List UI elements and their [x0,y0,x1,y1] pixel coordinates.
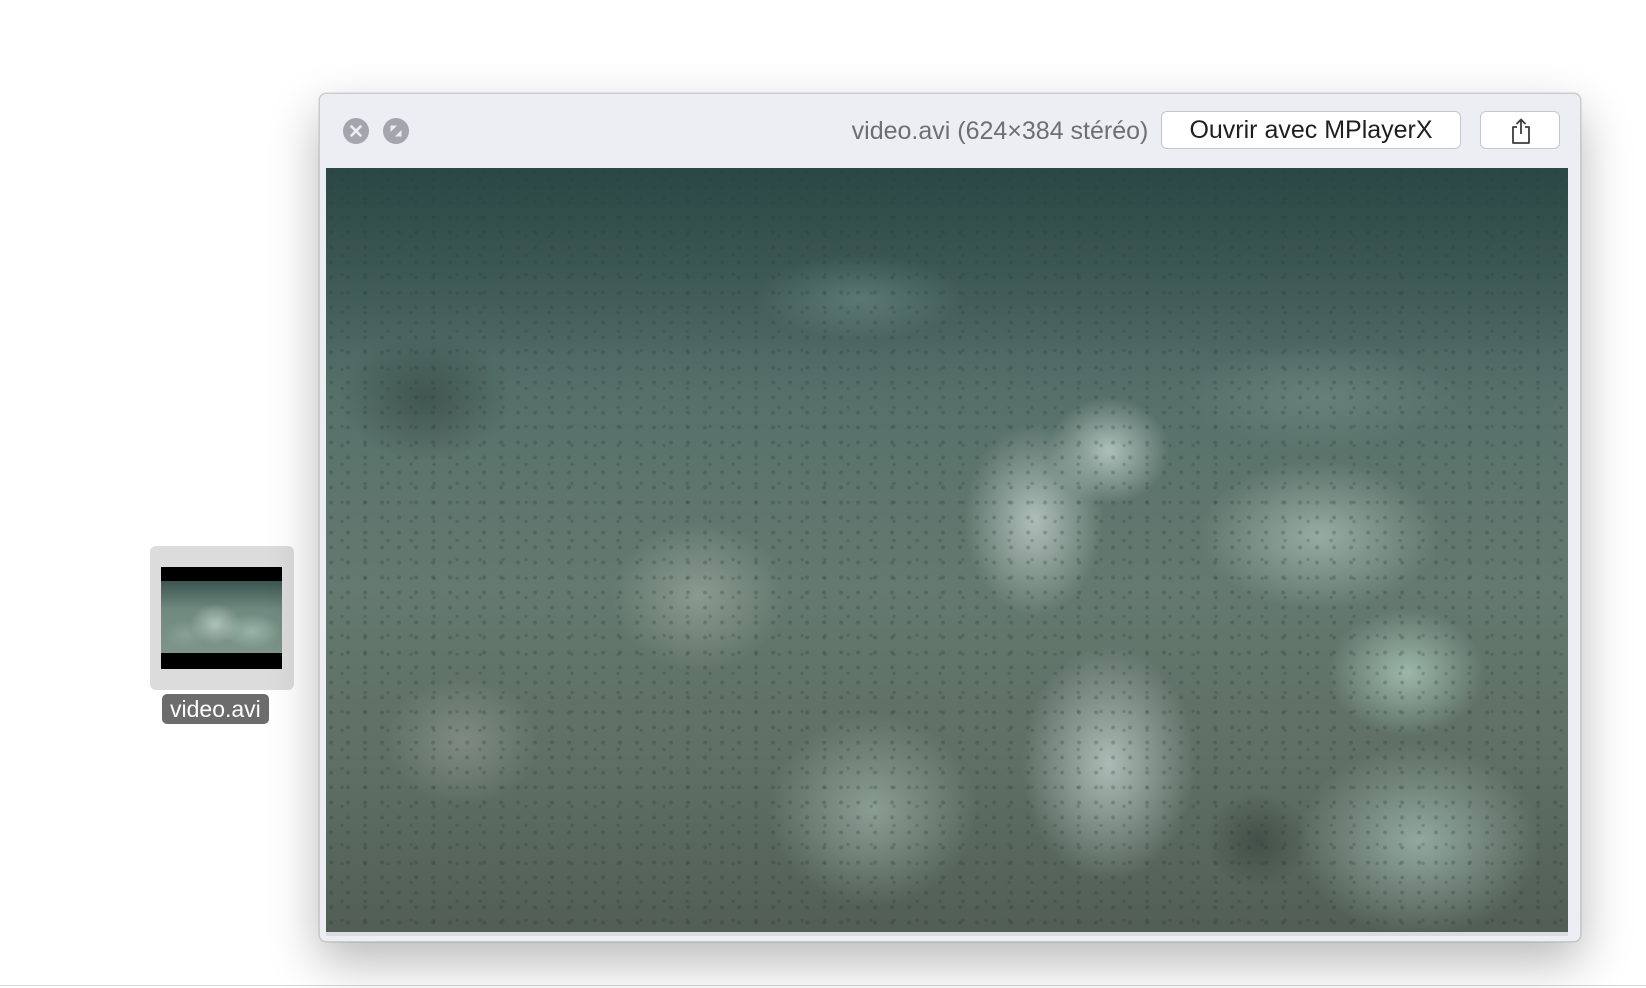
video-file-icon[interactable] [150,546,294,690]
close-button[interactable] [343,118,369,144]
share-button[interactable] [1480,111,1560,149]
window-bottom-edge [326,932,1568,936]
close-icon [350,125,362,137]
quick-look-window: video.avi (624×384 stéréo) Ouvrir avec M… [319,93,1581,942]
video-depth-layer [326,168,1568,932]
thumbnail-image [161,581,282,653]
share-icon [1512,118,1530,144]
fullscreen-button[interactable] [383,118,409,144]
screen-divider [0,985,1646,986]
open-with-button[interactable]: Ouvrir avec MPlayerX [1161,111,1461,149]
video-thumbnail-icon [161,567,282,669]
video-preview[interactable] [326,168,1568,932]
fullscreen-icon [390,125,402,137]
file-name-label[interactable]: video.avi [162,694,269,724]
title-bar[interactable]: video.avi (624×384 stéréo) Ouvrir avec M… [320,94,1580,168]
